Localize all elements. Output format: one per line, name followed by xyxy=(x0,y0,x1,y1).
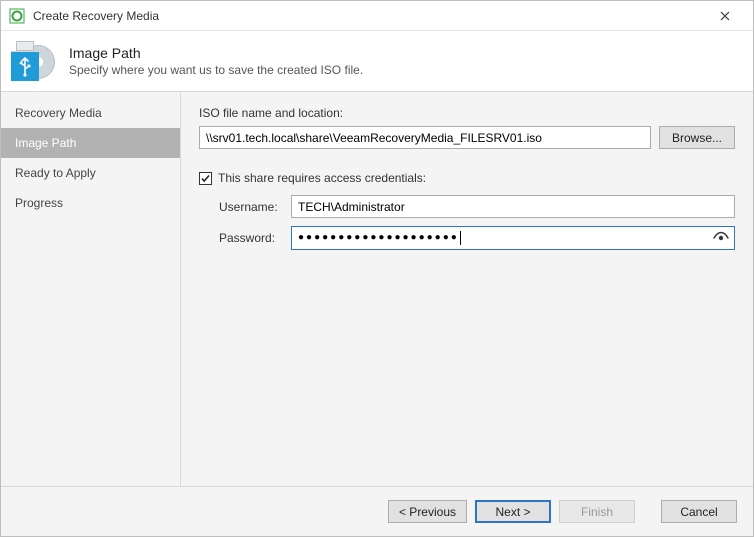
sidebar-item-recovery-media[interactable]: Recovery Media xyxy=(1,98,180,128)
page-subtitle: Specify where you want us to save the cr… xyxy=(69,63,363,77)
reveal-password-icon[interactable] xyxy=(712,229,730,247)
sidebar-item-progress[interactable]: Progress xyxy=(1,188,180,218)
credentials-checkbox-label: This share requires access credentials: xyxy=(218,171,426,185)
titlebar: Create Recovery Media xyxy=(1,1,753,31)
password-label: Password: xyxy=(219,231,291,245)
recovery-media-icon xyxy=(11,39,55,83)
wizard-header: Image Path Specify where you want us to … xyxy=(1,31,753,91)
cancel-button[interactable]: Cancel xyxy=(661,500,737,523)
next-button[interactable]: Next > xyxy=(475,500,551,523)
page-title: Image Path xyxy=(69,45,363,61)
wizard-footer: < Previous Next > Finish Cancel xyxy=(1,486,753,536)
iso-path-input[interactable] xyxy=(199,126,651,149)
wizard-body: Recovery Media Image Path Ready to Apply… xyxy=(1,91,753,486)
browse-button[interactable]: Browse... xyxy=(659,126,735,149)
sidebar-item-ready-to-apply[interactable]: Ready to Apply xyxy=(1,158,180,188)
wizard-window: Create Recovery Media Image Path Specify… xyxy=(0,0,754,537)
wizard-content: ISO file name and location: Browse... Th… xyxy=(181,92,753,486)
window-title: Create Recovery Media xyxy=(33,9,705,23)
wizard-sidebar: Recovery Media Image Path Ready to Apply… xyxy=(1,92,181,486)
username-label: Username: xyxy=(219,200,291,214)
finish-button: Finish xyxy=(559,500,635,523)
sidebar-item-image-path[interactable]: Image Path xyxy=(1,128,180,158)
password-mask: ●●●●●●●●●●●●●●●●●●●● xyxy=(298,233,459,243)
app-icon xyxy=(9,8,25,24)
credentials-block: This share requires access credentials: … xyxy=(199,171,735,250)
username-input[interactable] xyxy=(291,195,735,218)
wizard-header-text: Image Path Specify where you want us to … xyxy=(69,45,363,77)
previous-button[interactable]: < Previous xyxy=(388,500,467,523)
close-button[interactable] xyxy=(705,2,745,30)
iso-path-label: ISO file name and location: xyxy=(199,106,735,120)
credentials-checkbox[interactable] xyxy=(199,172,212,185)
text-caret xyxy=(460,231,461,245)
password-input[interactable]: ●●●●●●●●●●●●●●●●●●●● xyxy=(291,226,735,250)
